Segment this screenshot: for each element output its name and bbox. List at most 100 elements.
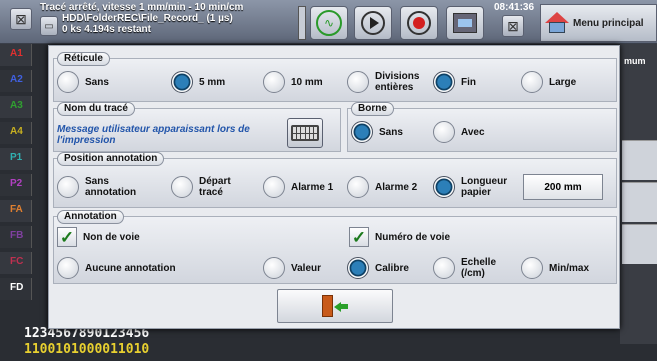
radio-button[interactable] bbox=[263, 176, 285, 198]
printer-icon bbox=[453, 13, 477, 33]
channel-label-fa[interactable]: FA bbox=[0, 200, 32, 222]
position-option-none[interactable]: Sans annotation bbox=[57, 176, 157, 198]
annotation-title: Annotation bbox=[57, 210, 124, 224]
option-label: Aucune annotation bbox=[85, 262, 176, 274]
radio-button[interactable] bbox=[521, 257, 543, 279]
radio-button[interactable] bbox=[433, 257, 455, 279]
option-label: Sans bbox=[85, 76, 109, 88]
play-button[interactable] bbox=[354, 6, 392, 40]
waveform-icon: ∿ bbox=[316, 10, 342, 36]
document-icon: ▭ bbox=[40, 16, 58, 36]
option-label: Départ tracé bbox=[199, 176, 231, 198]
radio-button[interactable] bbox=[57, 176, 79, 198]
channel-label-a4[interactable]: A4 bbox=[0, 122, 32, 144]
reticule-option-fin[interactable]: Fin bbox=[433, 71, 476, 93]
radio-button[interactable] bbox=[171, 176, 193, 198]
annotation-option-value[interactable]: Valeur bbox=[263, 257, 321, 279]
option-label: Alarme 2 bbox=[375, 181, 418, 193]
annotation-option-minmax[interactable]: Min/max bbox=[521, 257, 589, 279]
status-text: Tracé arrêté, vitesse 1 mm/min - 10 min/… bbox=[40, 2, 243, 35]
trigger-button[interactable]: ∿ bbox=[310, 6, 348, 40]
annotation-option-none[interactable]: Aucune annotation bbox=[57, 257, 176, 279]
radio-button[interactable] bbox=[347, 71, 369, 93]
plot-settings-dialog: Réticule Sans 5 mm 10 mm Divisions entiè… bbox=[48, 45, 620, 329]
option-label: Echelle (/cm) bbox=[461, 257, 497, 279]
radio-button[interactable] bbox=[263, 257, 285, 279]
radio-button[interactable] bbox=[347, 176, 369, 198]
separator bbox=[298, 6, 306, 40]
option-label: Min/max bbox=[549, 262, 590, 274]
reticule-option-large[interactable]: Large bbox=[521, 71, 576, 93]
position-annotation-title: Position annotation bbox=[57, 152, 165, 166]
option-label: Calibre bbox=[375, 262, 409, 274]
radio-button[interactable] bbox=[263, 71, 285, 93]
right-panel-block bbox=[622, 182, 657, 222]
home-icon bbox=[545, 12, 569, 34]
play-icon bbox=[361, 11, 385, 35]
status-line-speed: Tracé arrêté, vitesse 1 mm/min - 10 min/… bbox=[40, 2, 244, 13]
radio-button[interactable] bbox=[57, 257, 79, 279]
radio-button[interactable] bbox=[521, 71, 543, 93]
reticule-option-10mm[interactable]: 10 mm bbox=[263, 71, 323, 93]
option-label: Sans bbox=[379, 126, 403, 138]
calendar-icon[interactable]: ⊠ bbox=[502, 15, 524, 37]
checkmark-icon[interactable]: ✓ bbox=[349, 227, 369, 247]
paper-length-value[interactable]: 200 mm bbox=[523, 174, 603, 200]
reticule-option-5mm[interactable]: 5 mm bbox=[171, 71, 225, 93]
option-label: Valeur bbox=[291, 262, 322, 274]
option-label: Longueur papier bbox=[461, 176, 508, 198]
main-menu-label: Menu principal bbox=[573, 17, 644, 29]
keyboard-icon bbox=[291, 125, 319, 141]
right-panel-block bbox=[622, 140, 657, 180]
main-menu-button[interactable]: Menu principal bbox=[540, 4, 657, 42]
annotation-option-scale[interactable]: Echelle (/cm) bbox=[433, 257, 513, 279]
exit-button[interactable] bbox=[277, 289, 393, 323]
option-label: Numéro de voie bbox=[375, 231, 451, 243]
channel-label-a1[interactable]: A1 bbox=[0, 44, 32, 66]
channel-label-a3[interactable]: A3 bbox=[0, 96, 32, 118]
radio-button[interactable] bbox=[57, 71, 79, 93]
option-label: Divisions entières bbox=[375, 71, 420, 93]
channel-label-p1[interactable]: P1 bbox=[0, 148, 32, 170]
right-panel-label: mum bbox=[624, 56, 646, 66]
position-option-start[interactable]: Départ tracé bbox=[171, 176, 251, 198]
borne-option-sans[interactable]: Sans bbox=[351, 121, 403, 143]
clock: 08:41:36 bbox=[494, 2, 535, 13]
option-label: Fin bbox=[461, 76, 476, 88]
channel-label-fd[interactable]: FD bbox=[0, 278, 32, 300]
user-message-text[interactable]: Message utilisateur apparaissant lors de… bbox=[57, 124, 273, 146]
radio-button-selected[interactable] bbox=[351, 121, 373, 143]
reticule-option-sans[interactable]: Sans bbox=[57, 71, 109, 93]
position-option-paper-length[interactable]: Longueur papier bbox=[433, 176, 513, 198]
channel-label-fc[interactable]: FC bbox=[0, 252, 32, 274]
radio-button[interactable] bbox=[433, 121, 455, 143]
keyboard-button[interactable] bbox=[287, 118, 323, 148]
position-option-alarm2[interactable]: Alarme 2 bbox=[347, 176, 417, 198]
channel-label-p2[interactable]: P2 bbox=[0, 174, 32, 196]
option-label: Sans annotation bbox=[85, 176, 137, 198]
channel-label-fb[interactable]: FB bbox=[0, 226, 32, 248]
radio-button-selected[interactable] bbox=[171, 71, 193, 93]
status-line-file: HDD\FolderREC\File_Record_ (1 µs) bbox=[62, 13, 233, 24]
borne-option-avec[interactable]: Avec bbox=[433, 121, 485, 143]
exit-icon bbox=[322, 295, 348, 317]
print-button[interactable] bbox=[446, 6, 484, 40]
status-line-remaining: 0 ks 4.194s restant bbox=[62, 24, 151, 35]
radio-button-selected[interactable] bbox=[433, 176, 455, 198]
channel-label-a2[interactable]: A2 bbox=[0, 70, 32, 92]
record-button[interactable] bbox=[400, 6, 438, 40]
annotation-option-calibre[interactable]: Calibre bbox=[347, 257, 409, 279]
check-channel-name[interactable]: ✓ Non de voie bbox=[57, 227, 140, 247]
radio-button-selected[interactable] bbox=[347, 257, 369, 279]
digital-states: 1100101000011010 bbox=[24, 342, 150, 357]
reticule-option-divisions[interactable]: Divisions entières bbox=[347, 71, 437, 93]
radio-button-selected[interactable] bbox=[433, 71, 455, 93]
option-label: 10 mm bbox=[291, 76, 323, 88]
checkmark-icon[interactable]: ✓ bbox=[57, 227, 77, 247]
screen-icon[interactable]: ⊠ bbox=[10, 8, 32, 30]
option-label: Alarme 1 bbox=[291, 181, 334, 193]
check-channel-number[interactable]: ✓ Numéro de voie bbox=[349, 227, 450, 247]
position-option-alarm1[interactable]: Alarme 1 bbox=[263, 176, 333, 198]
reticule-title: Réticule bbox=[57, 52, 110, 66]
right-panel-block bbox=[622, 224, 657, 264]
